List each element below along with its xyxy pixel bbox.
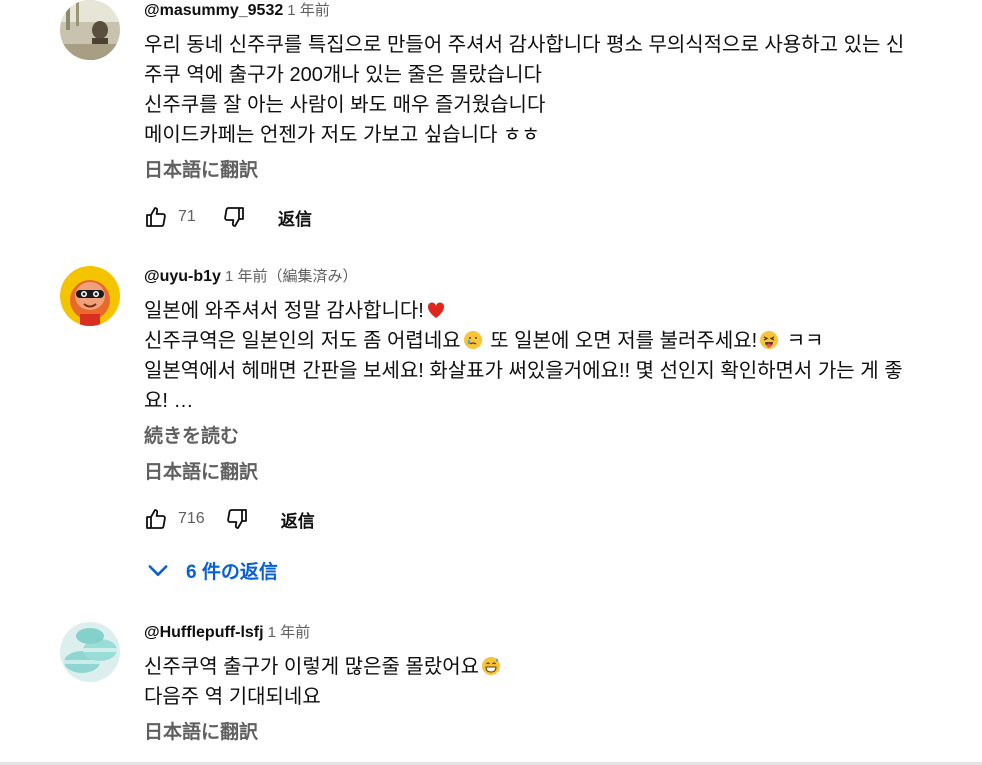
- comment-line: 다음주 역 기대되네요: [144, 686, 321, 708]
- comment-actions: 71 返信: [144, 202, 312, 232]
- reply-button[interactable]: 返信: [281, 507, 315, 532]
- grinning-sweat-face-icon: [482, 657, 501, 675]
- comment-line: 주쿠 역에 출구가 200개나 있는 줄은 몰랐습니다: [144, 64, 542, 86]
- comment-line: 일본에 와주셔서 정말 감사합니다!: [144, 296, 982, 326]
- comment-line: 일본역에서 헤매면 간판을 보세요! 화살표가 써있을거에요!! 몇 선인지 확…: [144, 360, 903, 382]
- translate-link[interactable]: 日本語に翻訳: [144, 720, 982, 746]
- thumbs-down-icon[interactable]: [225, 507, 249, 531]
- comment-header: @Hufflepuff-lsfj 1 年前: [144, 622, 982, 644]
- comment-header: @masummy_9532 1 年前: [144, 0, 982, 22]
- comment-text: 일본에 와주셔서 정말 감사합니다! 신주쿠역은 일본인의 저도 좀 어렵네요 …: [144, 296, 982, 416]
- comment-line: 신주쿠를 잘 아는 사람이 봐도 매우 즐거웠습니다: [144, 94, 546, 116]
- comment-line-text: 일본에 와주셔서 정말 감사합니다!: [144, 300, 424, 322]
- comment-time[interactable]: 1 年前: [287, 2, 330, 19]
- comment-line: 신주쿠역 출구가 이렇게 많은줄 몰랐어요: [144, 652, 982, 682]
- avatar[interactable]: [60, 0, 120, 60]
- avatar[interactable]: [60, 266, 120, 326]
- replies-count-label: 6 件の返信: [186, 561, 278, 583]
- comment-line: 신주쿠역은 일본인의 저도 좀 어렵네요 또 일본에 오면 저를 불러주세요! …: [144, 326, 982, 356]
- comment-text: 신주쿠역 출구가 이렇게 많은줄 몰랐어요 다음주 역 기대되네요: [144, 652, 982, 712]
- comment-line: 요! …: [144, 390, 194, 412]
- translate-link[interactable]: 日本語に翻訳: [144, 460, 982, 486]
- author-name[interactable]: @masummy_9532: [144, 2, 283, 19]
- avatar-image: [60, 266, 120, 326]
- avatar-image: [60, 622, 120, 682]
- thumbs-up-icon[interactable]: [144, 205, 168, 229]
- comment-line-text: ㅋㅋ: [781, 330, 824, 352]
- avatar-image: [60, 0, 120, 60]
- author-name[interactable]: @uyu-b1y: [144, 268, 221, 285]
- comment-time[interactable]: 1 年前（編集済み）: [225, 268, 358, 285]
- comment-actions: 716 返信: [144, 504, 315, 534]
- comment-line: 우리 동네 신주쿠를 특집으로 만들어 주셔서 감사합니다 평소 무의식적으로 …: [144, 34, 905, 56]
- view-replies-button[interactable]: 6 件の返信: [144, 554, 278, 586]
- avatar[interactable]: [60, 622, 120, 682]
- translate-link[interactable]: 日本語に翻訳: [144, 158, 982, 184]
- red-heart-icon: [427, 302, 444, 318]
- comment-thread: @masummy_9532 1 年前 우리 동네 신주쿠를 특집으로 만들어 주셔…: [0, 0, 982, 240]
- comment-time[interactable]: 1 年前: [268, 624, 311, 641]
- author-name[interactable]: @Hufflepuff-lsfj: [144, 624, 264, 641]
- comment-text: 우리 동네 신주쿠를 특집으로 만들어 주셔서 감사합니다 평소 무의식적으로 …: [144, 30, 982, 150]
- comment-thread: @uyu-b1y 1 年前（編集済み） 일본에 와주셔서 정말 감사합니다! 신주…: [0, 266, 982, 596]
- reply-button[interactable]: 返信: [278, 205, 312, 230]
- comment-line-text: 신주쿠역 출구가 이렇게 많은줄 몰랐어요: [144, 656, 480, 678]
- like-count: 71: [178, 208, 196, 225]
- comment-thread: @Hufflepuff-lsfj 1 年前 신주쿠역 출구가 이렇게 많은줄 몰랐…: [0, 622, 982, 762]
- like-count: 716: [178, 510, 205, 527]
- comment-line: 메이드카페는 언젠가 저도 가보고 싶습니다 ㅎㅎ: [144, 124, 540, 146]
- chevron-down-icon: [148, 565, 168, 576]
- tongue-face-icon: [760, 331, 779, 349]
- comment-line-text: 또 일본에 오면 저를 불러주세요!: [484, 330, 758, 352]
- thumbs-down-icon[interactable]: [222, 205, 246, 229]
- read-more-link[interactable]: 続きを読む: [144, 424, 982, 450]
- thumbs-up-icon[interactable]: [144, 507, 168, 531]
- crying-face-icon: [463, 331, 482, 349]
- comment-line-text: 신주쿠역은 일본인의 저도 좀 어렵네요: [144, 330, 461, 352]
- comment-header: @uyu-b1y 1 年前（編集済み）: [144, 266, 982, 288]
